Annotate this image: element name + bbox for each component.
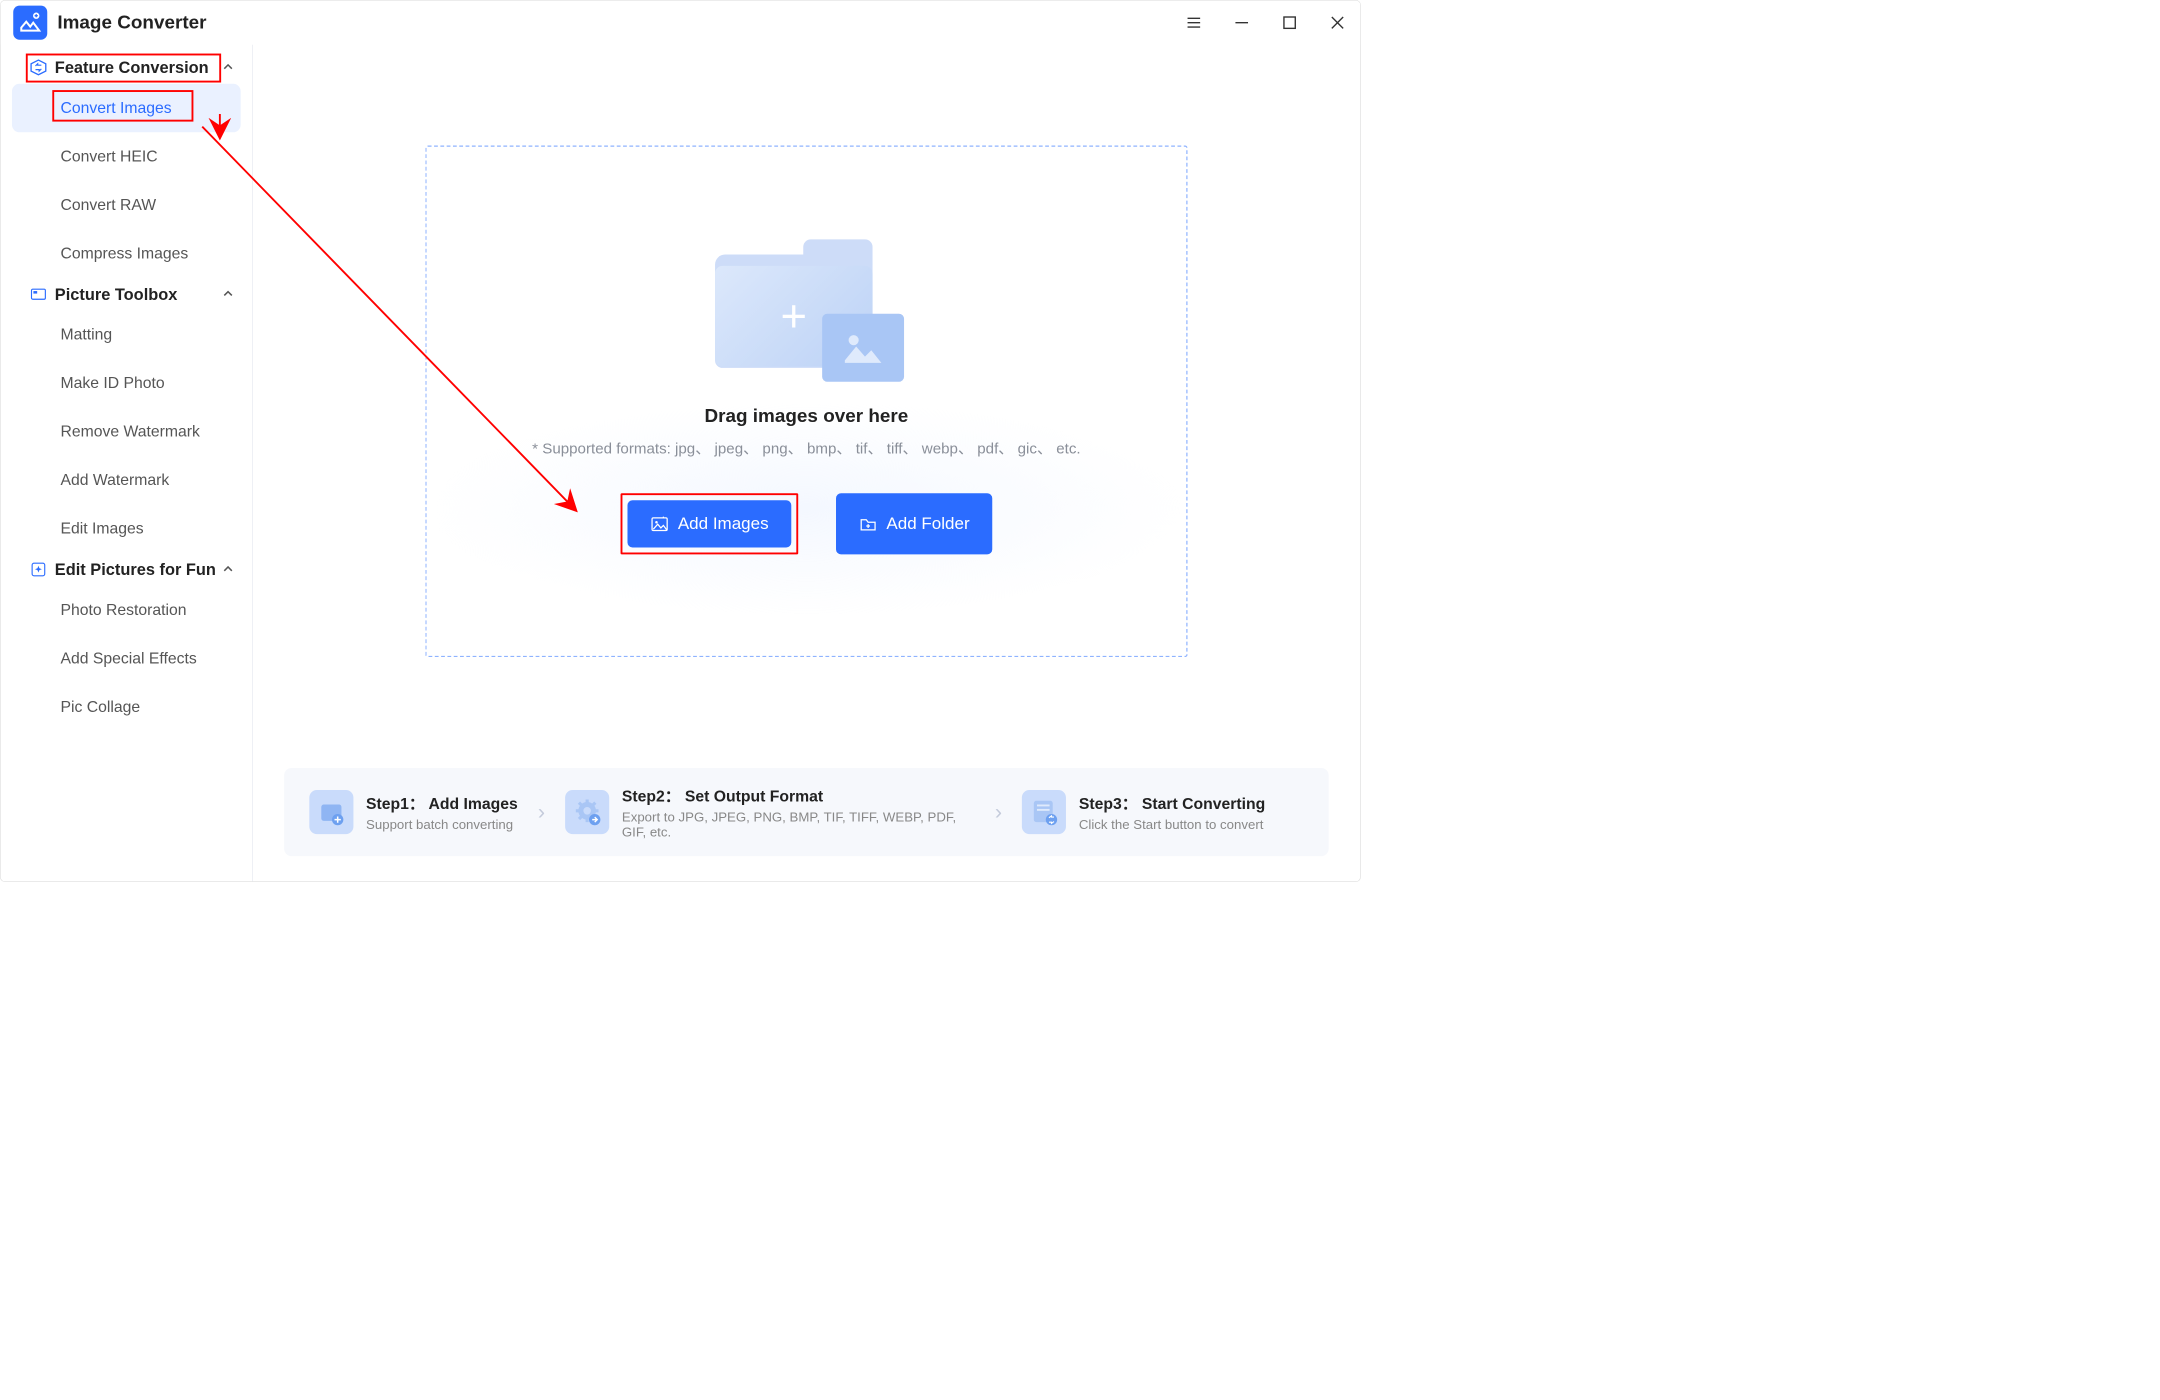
menu-icon[interactable] <box>1184 13 1204 33</box>
sparkle-icon <box>28 559 48 579</box>
image-plus-icon <box>650 514 669 533</box>
chevron-up-icon <box>222 58 235 78</box>
sidebar-item-matting[interactable]: Matting <box>1 311 252 360</box>
sidebar-item-convert-images[interactable]: Convert Images <box>12 84 241 133</box>
step-title: Step2： Set Output Format <box>622 784 975 807</box>
step-sub: Click the Start button to convert <box>1079 818 1265 833</box>
steps-footer: Step1： Add Images Support batch converti… <box>284 768 1329 856</box>
chevron-right-icon: › <box>533 800 550 825</box>
drag-prompt: Drag images over here <box>704 406 908 427</box>
toolbox-icon <box>28 284 48 304</box>
step-2: Step2： Set Output Format Export to JPG, … <box>565 784 975 841</box>
titlebar: Image Converter <box>1 1 1361 45</box>
app-window: Image Converter Feature Conversion Conve… <box>0 0 1361 882</box>
sidebar-item-convert-heic[interactable]: Convert HEIC <box>1 132 252 181</box>
step-sub: Export to JPG, JPEG, PNG, BMP, TIF, TIFF… <box>622 810 975 840</box>
sidebar-item-convert-raw[interactable]: Convert RAW <box>1 181 252 230</box>
sidebar-item-edit-images[interactable]: Edit Images <box>1 505 252 554</box>
app-title: Image Converter <box>57 12 206 33</box>
folder-image-icon: + <box>709 236 904 387</box>
sidebar-item-remove-watermark[interactable]: Remove Watermark <box>1 408 252 457</box>
step-title: Step3： Start Converting <box>1079 791 1265 814</box>
step-convert-icon <box>1022 790 1066 834</box>
sidebar-item-photo-restoration[interactable]: Photo Restoration <box>1 586 252 635</box>
sidebar-item-pic-collage[interactable]: Pic Collage <box>1 683 252 732</box>
sidebar-category-picture-toolbox[interactable]: Picture Toolbox <box>1 278 252 311</box>
step-title: Step1： Add Images <box>366 791 518 814</box>
step-3: Step3： Start Converting Click the Start … <box>1022 790 1265 834</box>
step-add-icon <box>309 790 353 834</box>
sidebar-category-edit-pictures-fun[interactable]: Edit Pictures for Fun <box>1 553 252 586</box>
convert-icon <box>28 57 48 77</box>
sidebar-category-feature-conversion[interactable]: Feature Conversion <box>1 51 252 84</box>
chevron-up-icon <box>222 560 235 580</box>
app-logo-icon <box>13 6 47 40</box>
folder-plus-icon <box>859 514 878 533</box>
sidebar-item-add-special-effects[interactable]: Add Special Effects <box>1 634 252 683</box>
step-sub: Support batch converting <box>366 818 518 833</box>
chevron-right-icon: › <box>990 800 1007 825</box>
sidebar-item-make-id-photo[interactable]: Make ID Photo <box>1 359 252 408</box>
window-controls <box>1184 13 1348 33</box>
sidebar-category-label: Picture Toolbox <box>55 284 178 304</box>
minimize-icon[interactable] <box>1232 13 1252 33</box>
step-gear-icon <box>565 790 609 834</box>
main-panel: + Drag images over here * Supported form… <box>253 45 1361 882</box>
add-images-label: Add Images <box>678 514 769 534</box>
sidebar-item-compress-images[interactable]: Compress Images <box>1 229 252 278</box>
sidebar: Feature Conversion Convert Images Conver… <box>1 45 253 882</box>
supported-formats: * Supported formats: jpg、 jpeg、 png、 bmp… <box>532 436 1080 458</box>
close-icon[interactable] <box>1327 13 1347 33</box>
sidebar-category-label: Edit Pictures for Fun <box>55 560 216 580</box>
add-folder-label: Add Folder <box>886 514 969 534</box>
sidebar-category-label: Feature Conversion <box>55 58 209 78</box>
add-images-button[interactable]: Add Images <box>627 500 791 547</box>
add-folder-button[interactable]: Add Folder <box>836 493 992 554</box>
chevron-up-icon <box>222 284 235 304</box>
maximize-icon[interactable] <box>1280 13 1300 33</box>
step-1: Step1： Add Images Support batch converti… <box>309 790 517 834</box>
dropzone[interactable]: + Drag images over here * Supported form… <box>425 146 1187 658</box>
sidebar-item-add-watermark[interactable]: Add Watermark <box>1 456 252 505</box>
annotation-highlight-add-images: Add Images <box>620 493 798 554</box>
